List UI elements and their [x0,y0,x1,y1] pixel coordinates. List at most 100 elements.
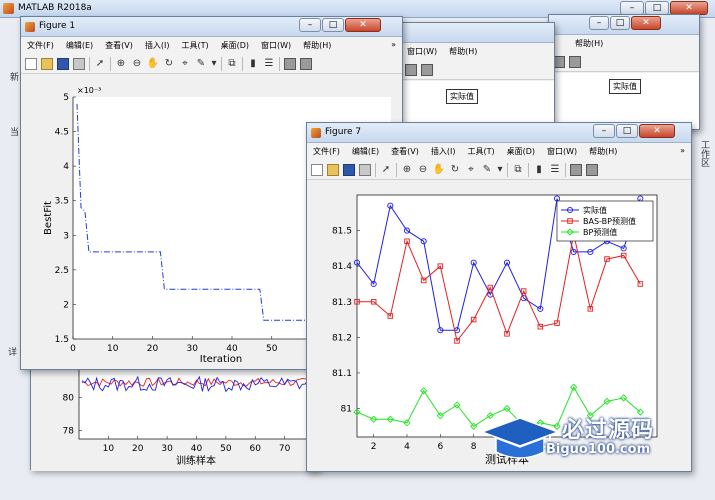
show-plot-tools-icon[interactable] [300,57,312,70]
save-icon[interactable] [57,57,69,70]
brush-icon[interactable]: ✎ [481,164,493,176]
menu-file[interactable]: 文件(F) [313,146,340,157]
new-figure-icon[interactable] [311,163,323,176]
menu-help[interactable]: 帮助(H) [575,38,603,49]
insert-colorbar-icon[interactable]: ▮ [533,164,545,176]
menu-view[interactable]: 查看(V) [391,146,419,157]
menu-file[interactable]: 文件(F) [27,40,54,51]
menu-edit[interactable]: 编辑(E) [66,40,93,51]
print-icon[interactable] [359,163,371,176]
new-figure-icon[interactable] [25,57,37,70]
watermark-url: Biguo100.com [546,442,651,457]
menu-help[interactable]: 帮助(H) [589,146,617,157]
minimize-button[interactable]: – [620,1,644,15]
pan-hand-icon[interactable]: ✋ [433,164,445,176]
maximize-button[interactable]: □ [322,18,344,32]
x-tick-label: 8 [471,442,477,452]
print-icon[interactable] [73,57,85,70]
brush-icon[interactable]: ✎ [195,58,207,70]
data-cursor-icon[interactable]: ⌖ [465,164,477,176]
menu-edit[interactable]: 编辑(E) [352,146,379,157]
x-tick-label: 60 [250,444,262,454]
insert-legend-icon[interactable]: ☰ [549,164,561,176]
maximize-button[interactable]: □ [610,16,630,30]
y-tick-label: 81.1 [332,369,352,379]
show-plot-tools-icon[interactable] [586,163,598,176]
insert-colorbar-icon[interactable]: ▮ [247,58,259,70]
close-button[interactable]: ✕ [670,1,708,15]
side-label-new: 新 [10,73,20,83]
training-xlabel: 训练样本 [176,454,216,467]
open-file-icon[interactable] [41,57,53,70]
dropdown-arrow-icon[interactable]: ▾ [211,58,217,70]
menu-insert[interactable]: 插入(I) [145,40,170,51]
figure-toolbar [549,52,699,72]
menu-window[interactable]: 窗口(W) [547,146,577,157]
main-window-controls: – □ ✕ [620,1,708,15]
close-button[interactable]: ✕ [639,124,675,138]
link-plot-icon[interactable]: ⧉ [226,58,238,70]
menu-view[interactable]: 查看(V) [105,40,133,51]
zoom-out-icon[interactable]: ⊖ [131,58,143,70]
zoom-out-icon[interactable]: ⊖ [417,164,429,176]
menu-desktop[interactable]: 桌面(D) [507,146,535,157]
insert-legend-icon[interactable]: ☰ [263,58,275,70]
close-button[interactable]: ✕ [345,18,381,32]
maximize-button[interactable]: □ [645,1,669,15]
close-button[interactable]: ✕ [631,16,661,30]
menu-help[interactable]: 帮助(H) [303,40,331,51]
y-tick-label: 81.2 [332,333,352,343]
pointer-icon[interactable]: ➚ [94,58,106,70]
menu-insert[interactable]: 插入(I) [431,146,456,157]
menu-window[interactable]: 窗口(W) [407,46,437,57]
figure-window-back-right[interactable]: – □ ✕ 帮助(H) 实际值 [548,14,700,130]
y-tick-label: 81 [341,405,352,415]
pan-hand-icon[interactable]: ✋ [147,58,159,70]
link-plot-icon[interactable]: ⧉ [512,164,524,176]
exponent-label: ×10⁻³ [77,86,101,95]
y-tick-label: 81.4 [332,262,352,272]
x-tick-label: 40 [191,444,203,454]
hide-plot-tools-icon[interactable] [284,57,296,70]
menu-tools[interactable]: 工具(T) [467,146,494,157]
x-tick-label: 2 [371,442,377,452]
y-tick-label: 80 [63,393,75,403]
matlab-logo-icon [3,3,14,14]
toolbar-icon[interactable] [405,63,417,76]
save-icon[interactable] [343,163,355,176]
y-tick-label: 81.3 [332,298,352,308]
x-tick-label: 30 [161,444,173,454]
menu-desktop[interactable]: 桌面(D) [221,40,249,51]
figure-canvas: 实际值 [549,73,699,129]
pointer-icon[interactable]: ➚ [380,164,392,176]
data-cursor-icon[interactable]: ⌖ [179,58,191,70]
figure-title: Figure 7 [325,127,362,137]
toolbar-icon[interactable] [569,55,581,68]
menu-tools[interactable]: 工具(T) [181,40,208,51]
y-tick-label: 3.5 [55,197,69,207]
rotate-3d-icon[interactable]: ↻ [163,58,175,70]
menu-help[interactable]: 帮助(H) [449,46,477,57]
dropdown-arrow-icon[interactable]: ▾ [497,164,503,176]
rotate-3d-icon[interactable]: ↻ [449,164,461,176]
menu-window[interactable]: 窗口(W) [261,40,291,51]
toolbar-icon[interactable] [421,63,433,76]
x-tick-label: 10 [107,344,119,354]
figure-window-back-mid[interactable]: 窗口(W) 帮助(H) 实际值 [400,22,555,130]
menu-overflow-icon[interactable]: » [680,146,685,155]
workspace-tab[interactable]: 工作区 [698,140,711,167]
minimize-button[interactable]: – [299,18,321,32]
zoom-in-icon[interactable]: ⊕ [401,164,413,176]
maximize-button[interactable]: □ [616,124,638,138]
y-axis-label: BestFit [43,201,54,235]
open-file-icon[interactable] [327,163,339,176]
legend-actual: 实际值 [609,79,641,94]
toolbar-separator [242,56,243,71]
minimize-button[interactable]: – [589,16,609,30]
x-tick-label: 10 [103,444,115,454]
zoom-in-icon[interactable]: ⊕ [115,58,127,70]
hide-plot-tools-icon[interactable] [570,163,582,176]
menu-overflow-icon[interactable]: » [391,40,396,49]
matlab-figure-icon [25,22,35,32]
minimize-button[interactable]: – [593,124,615,138]
